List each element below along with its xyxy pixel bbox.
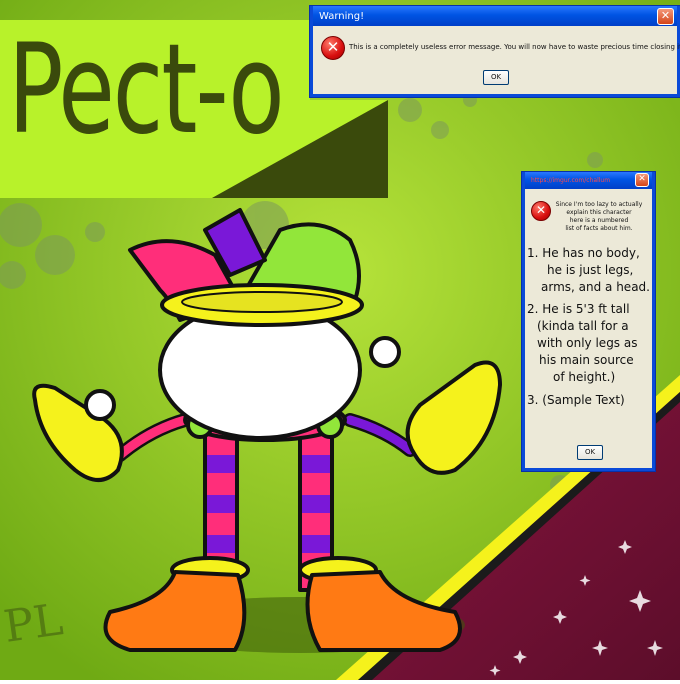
- artist-signature: PL: [0, 594, 67, 653]
- warning-ok-button[interactable]: OK: [483, 70, 509, 85]
- intro-line: explain this character: [566, 209, 632, 216]
- fact-line: 1. He has no body,: [527, 246, 640, 260]
- warning-dialog-title: Warning!: [319, 10, 365, 22]
- facts-close-button[interactable]: ✕: [635, 173, 649, 187]
- warning-close-button[interactable]: ✕: [657, 8, 674, 25]
- warning-dialog-body: ✕ This is a completely useless error mes…: [313, 26, 680, 94]
- intro-line: here is a numbered: [569, 217, 629, 224]
- fact-line: he is just legs,: [547, 263, 634, 277]
- facts-ok-button[interactable]: OK: [577, 445, 603, 460]
- fact-line: 3. (Sample Text): [527, 393, 625, 407]
- fact-line: (kinda tall for a: [537, 319, 629, 333]
- facts-list: 1. He has no body, he is just legs, arms…: [527, 245, 651, 409]
- warning-dialog-titlebar: Warning! ✕: [313, 6, 677, 26]
- warning-message: This is a completely useless error messa…: [349, 43, 680, 51]
- title-main: Pect-: [8, 17, 230, 162]
- warning-dialog: Warning! ✕ ✕ This is a completely useles…: [310, 6, 680, 97]
- fact-line: of height.): [553, 370, 616, 384]
- fact-line: 2. He is 5'3 ft tall: [527, 302, 630, 316]
- facts-intro: Since I'm too lazy to actually explain t…: [547, 201, 651, 233]
- fact-line: with only legs as: [537, 336, 638, 350]
- facts-dialog-body: ✕ Since I'm too lazy to actually explain…: [525, 189, 652, 468]
- facts-dialog-title: https://imgur.com/challum: [531, 177, 611, 184]
- facts-dialog-titlebar: https://imgur.com/challum ✕: [525, 172, 652, 189]
- fact-line: arms, and a head.: [541, 280, 650, 294]
- title-tail: o: [228, 17, 284, 162]
- error-icon: ✕: [321, 36, 345, 60]
- intro-line: Since I'm too lazy to actually: [555, 201, 643, 208]
- artwork-canvas: Pect-o PL Warning! ✕ ✕ This is a complet…: [0, 0, 680, 680]
- character-title: Pect-o: [8, 27, 285, 152]
- fact-line: his main source: [539, 353, 634, 367]
- intro-line: list of facts about him.: [565, 225, 633, 232]
- facts-dialog: https://imgur.com/challum ✕ ✕ Since I'm …: [522, 172, 655, 471]
